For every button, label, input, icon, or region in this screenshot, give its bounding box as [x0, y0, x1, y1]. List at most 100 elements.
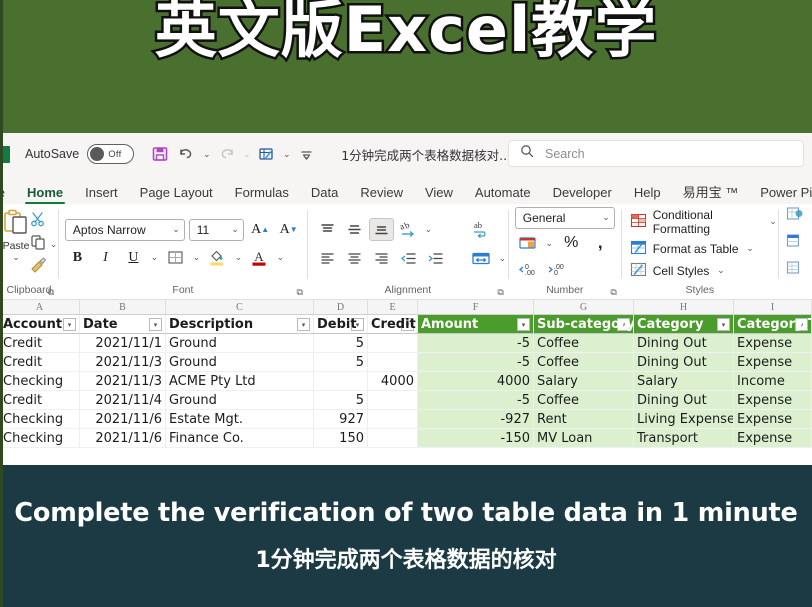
undo-icon[interactable] [174, 141, 199, 167]
cell-account[interactable]: Credit [0, 353, 80, 371]
comma-style-button[interactable]: , [588, 232, 613, 255]
insert-cells-icon[interactable] [786, 206, 804, 227]
font-color-icon[interactable]: A [247, 246, 272, 269]
align-left-icon[interactable] [315, 247, 340, 270]
cell-sub-category[interactable]: Coffee [534, 353, 634, 371]
orientation-icon[interactable]: a b [396, 218, 421, 241]
cell-credit[interactable] [368, 391, 418, 409]
column-header-G[interactable]: G [534, 300, 634, 314]
cell-debit[interactable]: 5 [314, 334, 368, 352]
table-row[interactable]: Credit 2021/11/3 Ground 5 -5 Coffee Dini… [0, 353, 812, 372]
increase-decimal-icon[interactable]: .00 0 [544, 258, 569, 281]
cell-category[interactable]: Living Expenses [634, 410, 734, 428]
undo-dropdown-caret[interactable]: ⌄ [201, 149, 212, 160]
cell-debit[interactable] [314, 372, 368, 390]
fill-color-icon[interactable] [205, 246, 230, 269]
filter-icon[interactable]: ▾ [717, 318, 730, 331]
font-color-caret[interactable]: ⌄ [275, 252, 286, 263]
format-cells-icon[interactable] [786, 260, 804, 281]
save-icon[interactable] [147, 141, 172, 167]
column-header-C[interactable]: C [166, 300, 314, 314]
redo-dropdown-caret[interactable]: ⌄ [241, 149, 252, 160]
tab-automate[interactable]: Automate [464, 186, 542, 204]
cell-credit[interactable] [368, 429, 418, 447]
scissors-icon[interactable] [30, 211, 47, 233]
format-as-table-caret[interactable]: ⌄ [745, 243, 756, 254]
cell-sub-category[interactable]: Coffee [534, 391, 634, 409]
format-as-table-button[interactable]: Format as Table ⌄ [630, 240, 778, 258]
top-align-icon[interactable] [315, 218, 340, 241]
number-dialog-launcher[interactable]: ⧉ [610, 287, 616, 298]
cell-date[interactable]: 2021/11/6 [80, 429, 166, 447]
clipboard-dialog-launcher[interactable]: ⧉ [48, 287, 54, 298]
cell-description[interactable]: Finance Co. [166, 429, 314, 447]
customize-qat-icon[interactable] [294, 141, 319, 167]
tab-home[interactable]: Home [16, 186, 74, 204]
align-center-icon[interactable] [342, 247, 367, 270]
align-right-icon[interactable] [369, 247, 394, 270]
cell-description[interactable]: Ground [166, 353, 314, 371]
bold-button[interactable]: B [65, 246, 90, 269]
search-box[interactable]: Search [508, 140, 804, 167]
cell-description[interactable]: Ground [166, 391, 314, 409]
font-dialog-launcher[interactable]: ⧉ [296, 287, 302, 298]
column-header-A[interactable]: A [0, 300, 80, 314]
column-header-H[interactable]: H [634, 300, 734, 314]
percent-style-button[interactable]: % [559, 232, 584, 255]
font-name-combo[interactable]: Aptos Narrow ⌄ [64, 218, 185, 241]
table-row[interactable]: Credit 2021/11/4 Ground 5 -5 Coffee Dini… [0, 391, 812, 410]
cell-category-type[interactable]: Expense [734, 410, 812, 428]
cell-date[interactable]: 2021/11/3 [80, 372, 166, 390]
cell-amount[interactable]: -927 [418, 410, 534, 428]
table-row[interactable]: Checking 2021/11/6 Finance Co. 150 -150 … [0, 429, 812, 448]
cell-category[interactable]: Dining Out [634, 353, 734, 371]
column-header-B[interactable]: B [80, 300, 166, 314]
cell-date[interactable]: 2021/11/3 [80, 353, 166, 371]
number-format-combo[interactable]: General ⌄ [514, 206, 615, 229]
decrease-font-size-icon[interactable]: A ▼ [276, 218, 301, 241]
tab-yiyongbao[interactable]: 易用宝 ™ [672, 186, 750, 204]
column-header-D[interactable]: D [314, 300, 368, 314]
touch-mode-icon[interactable] [254, 141, 279, 167]
merge-center-icon[interactable] [469, 247, 494, 270]
table-row[interactable]: Checking 2021/11/6 Estate Mgt. 927 -927 … [0, 410, 812, 429]
increase-indent-icon[interactable] [423, 247, 448, 270]
cell-description[interactable]: Ground [166, 334, 314, 352]
cell-amount[interactable]: -5 [418, 353, 534, 371]
delete-cells-icon[interactable] [786, 233, 804, 254]
filter-icon[interactable]: ▾ [149, 318, 162, 331]
cell-debit[interactable]: 150 [314, 429, 368, 447]
alignment-dialog-launcher[interactable]: ⧉ [497, 287, 503, 298]
tab-formulas[interactable]: Formulas [224, 186, 300, 204]
redo-icon[interactable] [214, 141, 239, 167]
cell-styles-button[interactable]: Cell Styles ⌄ [630, 262, 778, 280]
format-painter-icon[interactable] [30, 256, 47, 279]
cell-date[interactable]: 2021/11/1 [80, 334, 166, 352]
borders-icon[interactable] [163, 246, 188, 269]
decrease-indent-icon[interactable] [396, 247, 421, 270]
cell-account[interactable]: Credit [0, 334, 80, 352]
header-cell-sub-category[interactable]: ▾ Sub-category [534, 315, 634, 333]
header-cell-category-type[interactable]: ▾ Category Type [734, 315, 812, 333]
font-size-combo[interactable]: 11 ⌄ [188, 218, 244, 241]
cell-description[interactable]: Estate Mgt. [166, 410, 314, 428]
orientation-caret[interactable]: ⌄ [423, 224, 434, 235]
autosave-toggle[interactable]: Off [87, 144, 135, 164]
header-cell-debit[interactable]: ▾ Debit [314, 315, 368, 333]
paste-caret[interactable]: ⌄ [11, 252, 22, 263]
tab-data[interactable]: Data [300, 186, 349, 204]
fill-color-caret[interactable]: ⌄ [233, 252, 244, 263]
tab-developer[interactable]: Developer [542, 186, 623, 204]
cell-credit[interactable] [368, 334, 418, 352]
column-header-F[interactable]: F [418, 300, 534, 314]
cell-sub-category[interactable]: Salary [534, 372, 634, 390]
header-cell-date[interactable]: ▾ Date [80, 315, 166, 333]
cell-account[interactable]: Checking [0, 429, 80, 447]
cell-amount[interactable]: 4000 [418, 372, 534, 390]
underline-caret[interactable]: ⌄ [149, 252, 160, 263]
header-cell-description[interactable]: ▾ Description [166, 315, 314, 333]
cell-category[interactable]: Salary [634, 372, 734, 390]
cell-account[interactable]: Credit [0, 391, 80, 409]
conditional-formatting-button[interactable]: Conditional Formatting ⌄ [630, 208, 778, 236]
cell-debit[interactable]: 5 [314, 353, 368, 371]
